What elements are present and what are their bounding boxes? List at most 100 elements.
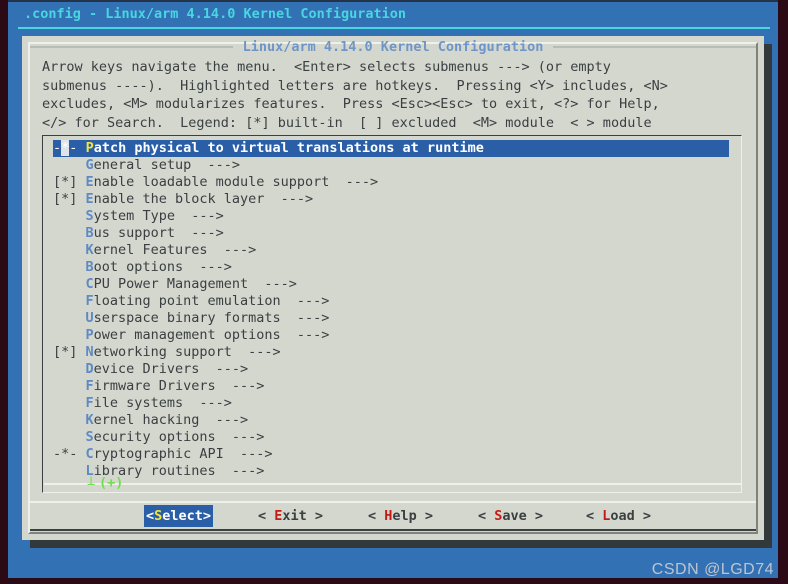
menu-item-hotkey: N bbox=[85, 344, 94, 360]
menu-item[interactable]: Library routines ---> bbox=[53, 463, 729, 480]
menu-item-hotkey: F bbox=[85, 293, 94, 309]
submenu-arrow-icon: ---> bbox=[231, 344, 281, 360]
menu-item-gap bbox=[77, 344, 85, 360]
menu-item-marker bbox=[53, 395, 77, 411]
button-bar-separator-bottom bbox=[30, 529, 756, 531]
menu-item-hotkey: B bbox=[85, 225, 94, 241]
menu-item-gap bbox=[77, 429, 85, 445]
menu-item-marker bbox=[53, 208, 77, 224]
menu-item[interactable]: [*] Enable the block layer ---> bbox=[53, 191, 729, 208]
menu-item[interactable]: Security options ---> bbox=[53, 429, 729, 446]
button-ave[interactable]: < Save > bbox=[476, 505, 545, 527]
dialog-title-rule-left bbox=[30, 46, 233, 48]
menu-item-hotkey: D bbox=[85, 361, 94, 377]
menu-item-marker: -*- bbox=[53, 140, 78, 156]
menu-item-marker bbox=[53, 276, 77, 292]
terminal-chrome-right bbox=[778, 0, 788, 584]
menu-item[interactable]: Kernel hacking ---> bbox=[53, 412, 729, 429]
menu-item-marker bbox=[53, 327, 77, 343]
menu-item-gap bbox=[77, 208, 85, 224]
menu-item-selected[interactable]: -*- Patch physical to virtual translatio… bbox=[53, 140, 729, 157]
menu-item-marker bbox=[53, 225, 77, 241]
scroll-more-indicator: (+) bbox=[99, 475, 124, 491]
button-oad[interactable]: < Load > bbox=[584, 505, 653, 527]
menu-item[interactable]: [*] Networking support ---> bbox=[53, 344, 729, 361]
menu-item-label: etworking support bbox=[93, 344, 232, 360]
menu-item-label: atch physical to virtual translations at… bbox=[93, 140, 484, 156]
terminal-chrome-left bbox=[0, 0, 8, 584]
menu-item-label: oot options bbox=[93, 259, 184, 275]
menu-item[interactable]: Bus support ---> bbox=[53, 225, 729, 242]
menu-item[interactable]: File systems ---> bbox=[53, 395, 729, 412]
menu-item-gap bbox=[77, 293, 85, 309]
menu-item[interactable]: -*- Cryptographic API ---> bbox=[53, 446, 729, 463]
menu-item-hotkey: K bbox=[85, 242, 94, 258]
button-bracket-left: < bbox=[586, 508, 603, 524]
menu-item-gap bbox=[77, 412, 85, 428]
menu-item-gap bbox=[77, 310, 85, 326]
menu-item-hotkey: U bbox=[85, 310, 94, 326]
dialog-title-rule-right bbox=[553, 46, 757, 48]
submenu-arrow-icon: ---> bbox=[280, 293, 330, 309]
menu-scroll-tick: ⊥ bbox=[87, 473, 96, 489]
submenu-arrow-icon: ---> bbox=[215, 463, 265, 479]
window-title: .config - Linux/arm 4.14.0 Kernel Config… bbox=[8, 2, 778, 27]
menu-item-label: ystem Type bbox=[93, 208, 175, 224]
menu-item[interactable]: Kernel Features ---> bbox=[53, 242, 729, 259]
submenu-arrow-icon: ---> bbox=[199, 361, 249, 377]
menu-item-marker bbox=[53, 412, 77, 428]
menu-item-gap bbox=[77, 225, 85, 241]
menu-item[interactable]: Firmware Drivers ---> bbox=[53, 378, 729, 395]
menu-item-marker bbox=[53, 361, 77, 377]
submenu-arrow-icon: ---> bbox=[183, 259, 232, 275]
menu-item-hotkey: E bbox=[85, 174, 94, 190]
menu-item[interactable]: Power management options ---> bbox=[53, 327, 729, 344]
help-text-line: </> for Search. Legend: [*] built-in [ ]… bbox=[42, 114, 652, 131]
menu-item[interactable]: Device Drivers ---> bbox=[53, 361, 729, 378]
menu-item[interactable]: [*] Enable loadable module support ---> bbox=[53, 174, 729, 191]
menu-item-label: eneral setup bbox=[93, 157, 192, 173]
menu-item[interactable]: Boot options ---> bbox=[53, 259, 729, 276]
button-label: elect bbox=[162, 508, 203, 524]
button-bracket-left: < bbox=[258, 508, 275, 524]
menu-item[interactable]: Userspace binary formats ---> bbox=[53, 310, 729, 327]
menu-list-box[interactable]: -*- Patch physical to virtual translatio… bbox=[42, 135, 742, 493]
menu-item-marker: [*] bbox=[53, 344, 78, 360]
menu-item-gap bbox=[77, 242, 85, 258]
help-text-line: submenus ----). Highlighted letters are … bbox=[42, 77, 668, 94]
button-label: ave bbox=[502, 508, 527, 524]
menu-item-label: nable the block layer bbox=[93, 191, 265, 207]
submenu-arrow-icon: ---> bbox=[223, 446, 273, 462]
button-elp[interactable]: < Help > bbox=[366, 505, 435, 527]
menu-item-hotkey: C bbox=[85, 446, 94, 462]
submenu-arrow-icon: ---> bbox=[191, 157, 240, 173]
button-bracket-left: < bbox=[478, 508, 495, 524]
menu-item-gap bbox=[77, 259, 85, 275]
menu-item[interactable]: General setup ---> bbox=[53, 157, 729, 174]
menu-item-label: ower management options bbox=[93, 327, 281, 343]
menu-item[interactable]: System Type ---> bbox=[53, 208, 729, 225]
submenu-arrow-icon: ---> bbox=[183, 395, 232, 411]
menu-item-hotkey: F bbox=[85, 378, 94, 394]
menu-item-label: nable loadable module support bbox=[93, 174, 330, 190]
menu-item-label: ecurity options bbox=[93, 429, 216, 445]
menu-item-gap bbox=[77, 157, 85, 173]
menu-item[interactable]: CPU Power Management ---> bbox=[53, 276, 729, 293]
menu-item-gap bbox=[77, 174, 85, 190]
help-text-line: excludes, <M> modularizes features. Pres… bbox=[42, 96, 660, 112]
button-bar-separator-top bbox=[30, 501, 756, 503]
menu-item-marker bbox=[53, 242, 77, 258]
menu-item-marker bbox=[53, 310, 77, 326]
menu-item-marker: [*] bbox=[53, 191, 78, 207]
menu-item-gap bbox=[77, 463, 85, 479]
button-bracket-right: > bbox=[634, 508, 652, 524]
button-elect[interactable]: <Select> bbox=[144, 505, 214, 527]
menu-list[interactable]: -*- Patch physical to virtual translatio… bbox=[53, 140, 729, 480]
button-bar[interactable]: <Select> < Exit > < Help > < Save > < Load > bbox=[22, 504, 764, 528]
menu-item-gap bbox=[77, 395, 85, 411]
submenu-arrow-icon: ---> bbox=[199, 412, 249, 428]
menu-item[interactable]: Floating point emulation ---> bbox=[53, 293, 729, 310]
menu-item-gap bbox=[77, 378, 85, 394]
button-label: elp bbox=[392, 508, 417, 524]
button-xit[interactable]: < Exit > bbox=[256, 505, 325, 527]
